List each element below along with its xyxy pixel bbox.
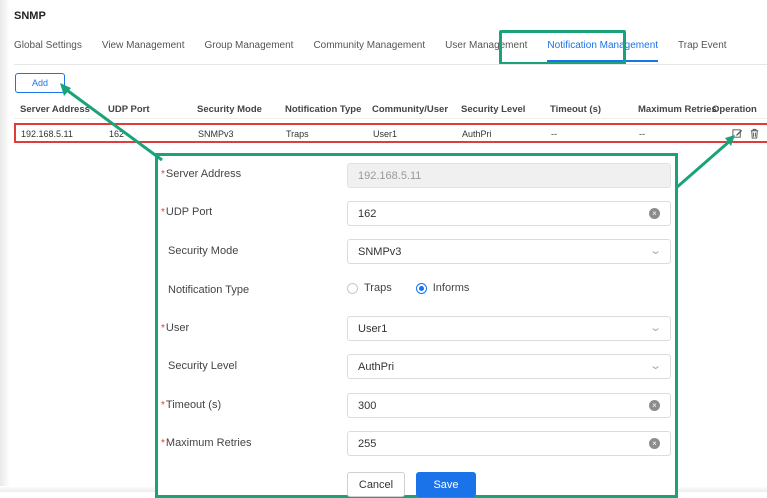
maximum-retries-field[interactable]: 255 × <box>347 431 671 456</box>
cell-max-retries: -- <box>639 129 645 139</box>
column-header-community-user: Community/User <box>372 104 449 115</box>
edit-form-panel: *Server Address 192.168.5.11 *UDP Port 1… <box>155 153 678 498</box>
cancel-button[interactable]: Cancel <box>347 472 405 497</box>
tab-community-management[interactable]: Community Management <box>313 40 425 62</box>
udp-port-label: *UDP Port <box>161 206 213 218</box>
edit-icon[interactable] <box>732 128 743 141</box>
column-header-timeout: Timeout (s) <box>550 104 602 115</box>
tab-bar: Global Settings View Management Group Ma… <box>14 40 747 62</box>
column-header-notification-type: Notification Type <box>285 104 362 115</box>
column-header-maximum-retries: Maximum Retries <box>638 104 717 115</box>
tab-global-settings[interactable]: Global Settings <box>14 40 82 62</box>
chevron-down-icon: ⌄ <box>648 360 662 372</box>
column-header-security-level: Security Level <box>461 104 526 115</box>
trash-icon[interactable] <box>749 128 760 141</box>
timeout-field[interactable]: 300 × <box>347 393 671 418</box>
informs-radio[interactable] <box>415 282 427 294</box>
tab-view-management[interactable]: View Management <box>102 40 185 62</box>
add-button[interactable]: Add <box>15 73 65 93</box>
edit-callout-line <box>675 138 732 190</box>
security-mode-select[interactable]: SNMPv3 ⌄ <box>347 239 671 264</box>
clear-icon[interactable]: × <box>649 208 660 219</box>
security-level-label: Security Level <box>168 360 238 372</box>
column-header-server-address: Server Address <box>20 104 90 115</box>
traps-radio[interactable] <box>347 282 358 294</box>
cell-server-address: 192.168.5.11 <box>21 129 73 139</box>
column-header-security-mode: Security Mode <box>197 104 262 115</box>
notification-type-label: Notification Type <box>168 284 250 296</box>
cell-notification-type: Traps <box>286 129 309 139</box>
security-mode-label: Security Mode <box>168 245 239 257</box>
panel-edge-shadow <box>0 0 10 492</box>
row-operations <box>732 128 760 141</box>
table-header: Server Address UDP Port Security Mode No… <box>14 98 767 119</box>
tab-trap-event[interactable]: Trap Event <box>678 40 727 62</box>
cell-security-level: AuthPri <box>462 129 492 139</box>
tab-highlight-box <box>499 30 626 65</box>
save-button[interactable]: Save <box>416 472 476 497</box>
timeout-label: *Timeout (s) <box>161 399 222 411</box>
server-address-label: *Server Address <box>161 168 242 180</box>
column-header-operation: Operation <box>712 104 757 115</box>
chevron-down-icon: ⌄ <box>648 322 662 334</box>
table-row: 192.168.5.11 162 SNMPv3 Traps User1 Auth… <box>14 123 767 143</box>
security-level-select[interactable]: AuthPri ⌄ <box>347 354 671 379</box>
tab-group-management[interactable]: Group Management <box>204 40 293 62</box>
user-select[interactable]: User1 ⌄ <box>347 316 671 341</box>
cell-udp-port: 162 <box>109 129 125 139</box>
notification-type-radio-group: Traps Informs <box>347 282 469 294</box>
cell-community-user: User1 <box>373 129 398 139</box>
udp-port-field[interactable]: 162 × <box>347 201 671 226</box>
cell-timeout: -- <box>551 129 557 139</box>
traps-radio-label: Traps <box>364 282 392 294</box>
clear-icon[interactable]: × <box>649 400 660 411</box>
chevron-down-icon: ⌄ <box>648 245 662 257</box>
page-title: SNMP <box>14 10 46 22</box>
user-label: *User <box>161 322 190 334</box>
clear-icon[interactable]: × <box>649 438 660 449</box>
maximum-retries-label: *Maximum Retries <box>161 437 252 449</box>
cell-security-mode: SNMPv3 <box>198 129 234 139</box>
server-address-field[interactable]: 192.168.5.11 <box>347 163 671 188</box>
tab-divider <box>14 64 767 65</box>
column-header-udp-port: UDP Port <box>108 104 150 115</box>
informs-radio-label: Informs <box>432 282 470 294</box>
